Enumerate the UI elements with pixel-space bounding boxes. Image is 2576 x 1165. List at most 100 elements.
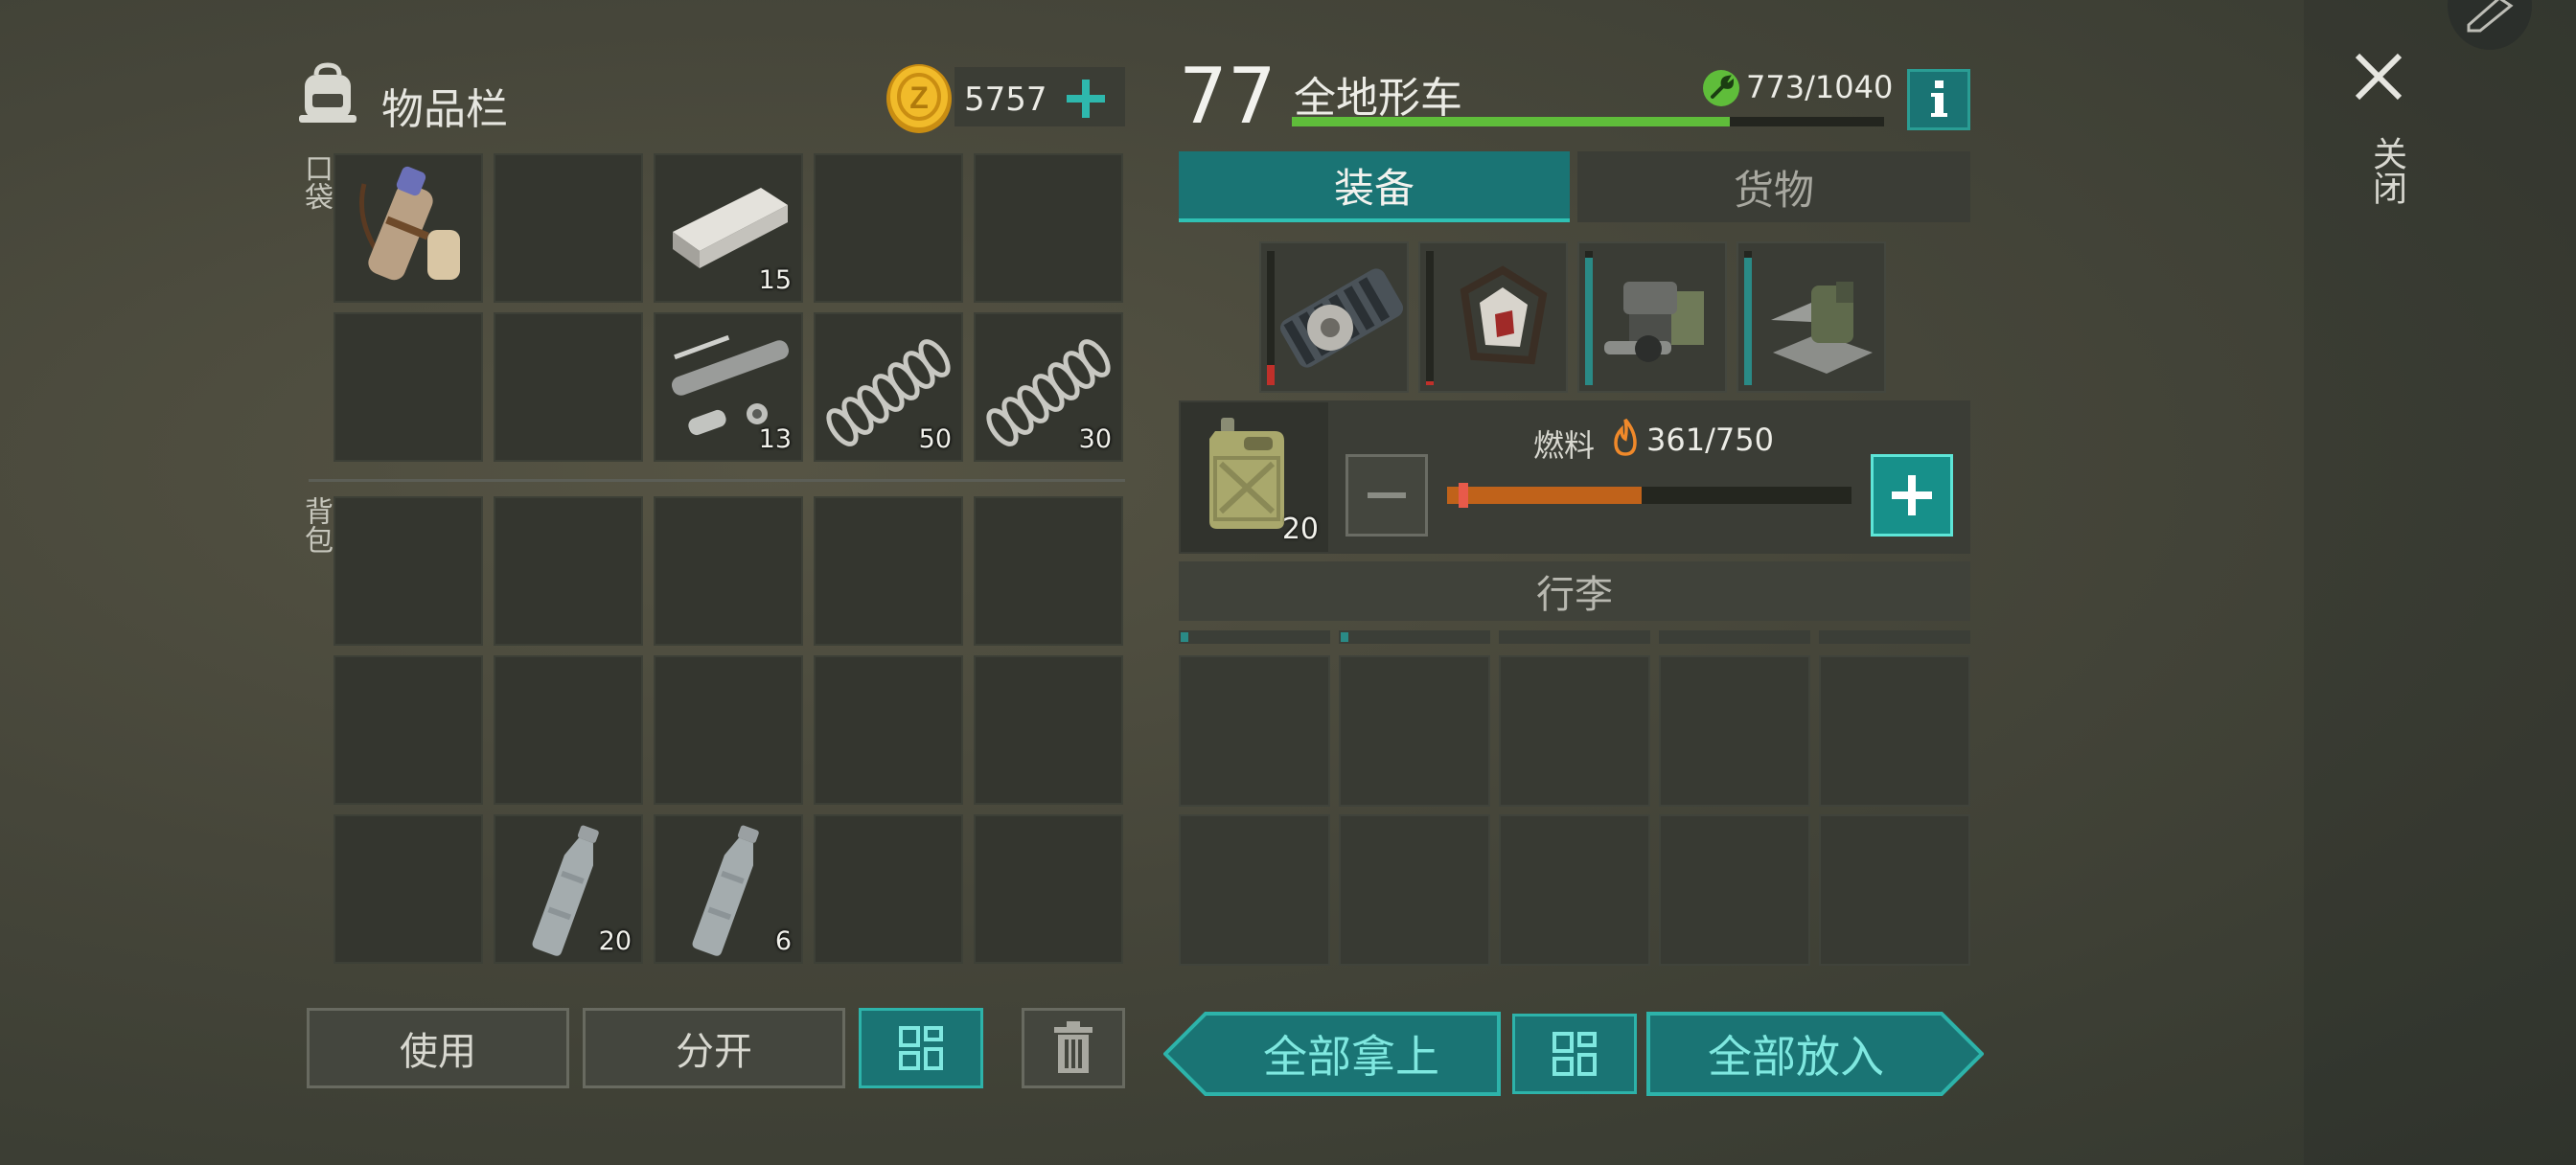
wear-bar-fill — [1267, 365, 1275, 385]
backpack-slot[interactable]: 20 — [494, 814, 643, 964]
cargo-column-bar — [1659, 630, 1810, 644]
cargo-column-bar — [1339, 630, 1490, 644]
sort-vehicle-button[interactable] — [1512, 1014, 1637, 1094]
item-count: 6 — [774, 926, 792, 956]
pocket-slot[interactable] — [494, 312, 643, 462]
fuel-increase-button[interactable] — [1871, 454, 1953, 537]
luggage-slot[interactable] — [1819, 814, 1970, 966]
jerrycan-item-icon — [1209, 418, 1284, 529]
backpack-slot[interactable] — [654, 655, 803, 805]
luggage-slot[interactable] — [1659, 814, 1810, 966]
backpack-slot[interactable] — [334, 655, 483, 805]
equipment-slot-tracks[interactable] — [1259, 241, 1409, 393]
tab-equipment-label: 装备 — [1333, 164, 1414, 212]
bag-item-icon — [359, 166, 460, 281]
put-all-button[interactable]: 全部放入 — [1646, 1012, 1984, 1096]
take-all-button[interactable]: 全部拿上 — [1163, 1012, 1501, 1096]
pocket-slot[interactable]: 13 — [654, 312, 803, 462]
luggage-label: 行李 — [1536, 573, 1613, 617]
info-icon — [1931, 80, 1947, 117]
info-button[interactable] — [1907, 69, 1970, 130]
close-icon — [2355, 53, 2403, 101]
durability-bar — [1292, 117, 1884, 126]
tab-cargo[interactable]: 货物 — [1577, 151, 1970, 222]
item-count: 20 — [598, 926, 632, 956]
pocket-slot[interactable] — [974, 153, 1123, 303]
backpack-slot[interactable]: 6 — [654, 814, 803, 964]
luggage-slot[interactable] — [1499, 655, 1650, 807]
backpack-slot[interactable] — [814, 814, 963, 964]
grid-icon — [1552, 1032, 1597, 1076]
frame-part-icon — [1460, 265, 1548, 365]
tracks-part-icon — [1279, 268, 1404, 368]
pocket-slot[interactable]: 30 — [974, 312, 1123, 462]
equipment-slot-drill[interactable] — [1736, 241, 1886, 393]
jerrycan-slot[interactable]: 20 — [1181, 402, 1328, 552]
pocket-slot[interactable]: 50 — [814, 312, 963, 462]
fuel-value: 361/750 — [1646, 422, 1774, 458]
backpack-slot[interactable] — [974, 655, 1123, 805]
luggage-slot[interactable] — [1499, 814, 1650, 966]
close-label: 关闭 — [2367, 136, 2406, 205]
cargo-column-bar — [1179, 630, 1330, 644]
durability-value: 773/1040 — [1746, 69, 1894, 105]
split-button[interactable]: 分开 — [583, 1008, 845, 1088]
wear-bar-fill — [1585, 258, 1593, 385]
durability-bar-fill — [1292, 117, 1731, 126]
wear-bar — [1426, 251, 1434, 385]
luggage-header: 行李 — [1179, 561, 1970, 621]
backpack-slot[interactable] — [974, 496, 1123, 646]
fuel-decrease-button[interactable] — [1346, 454, 1428, 537]
pocket-slot[interactable]: 15 — [654, 153, 803, 303]
wear-bar-fill — [1744, 258, 1752, 385]
inventory-title: 物品栏 — [381, 85, 508, 134]
pencil-icon — [2467, 0, 2514, 33]
cargo-column-bar — [1819, 630, 1970, 644]
vehicle-name: 全地形车 — [1294, 74, 1462, 123]
wear-bar — [1744, 251, 1752, 385]
backpack-slot[interactable] — [334, 496, 483, 646]
trash-button[interactable] — [1022, 1008, 1125, 1088]
pocket-slot[interactable] — [814, 153, 963, 303]
backpack-label: 背包 — [299, 496, 333, 554]
trash-icon — [1054, 1021, 1092, 1073]
backpack-slot[interactable] — [494, 655, 643, 805]
luggage-slot[interactable] — [1659, 655, 1810, 807]
currency-amount: 5757 — [964, 80, 1047, 119]
right-sidebar — [2304, 0, 2576, 1165]
item-count: 20 — [1281, 513, 1319, 546]
pocket-label: 口袋 — [299, 153, 333, 211]
wrench-icon — [1703, 70, 1739, 106]
backpack-slot[interactable] — [814, 655, 963, 805]
tab-cargo-label: 货物 — [1733, 166, 1814, 214]
backpack-slot[interactable] — [494, 496, 643, 646]
grid-icon — [899, 1026, 943, 1070]
pocket-slot[interactable] — [334, 153, 483, 303]
luggage-slot[interactable] — [1179, 655, 1330, 807]
equipment-slot-engine[interactable] — [1577, 241, 1727, 393]
pocket-slot[interactable] — [334, 312, 483, 462]
pocket-slot[interactable] — [494, 153, 643, 303]
use-button[interactable]: 使用 — [307, 1008, 569, 1088]
luggage-slot[interactable] — [1819, 655, 1970, 807]
luggage-slot[interactable] — [1339, 814, 1490, 966]
item-count: 15 — [758, 265, 792, 295]
tab-equipment[interactable]: 装备 — [1179, 151, 1570, 222]
sort-inventory-button[interactable] — [859, 1008, 983, 1088]
backpack-slot[interactable] — [814, 496, 963, 646]
fuel-slider-handle[interactable] — [1459, 483, 1468, 508]
vehicle-level: 77 — [1179, 52, 1276, 141]
luggage-slot[interactable] — [1339, 655, 1490, 807]
add-currency-button[interactable] — [1064, 77, 1108, 121]
section-divider — [309, 479, 1125, 482]
luggage-slot[interactable] — [1179, 814, 1330, 966]
fuel-bar[interactable] — [1447, 483, 1852, 508]
item-count: 30 — [1078, 424, 1112, 454]
close-button[interactable]: 关闭 — [2352, 50, 2411, 241]
equipment-slot-frame[interactable] — [1418, 241, 1568, 393]
fuel-label: 燃料 — [1533, 427, 1596, 464]
backpack-slot[interactable] — [654, 496, 803, 646]
backpack-slot[interactable] — [974, 814, 1123, 964]
backpack-slot[interactable] — [334, 814, 483, 964]
engine-part-icon — [1604, 282, 1704, 362]
